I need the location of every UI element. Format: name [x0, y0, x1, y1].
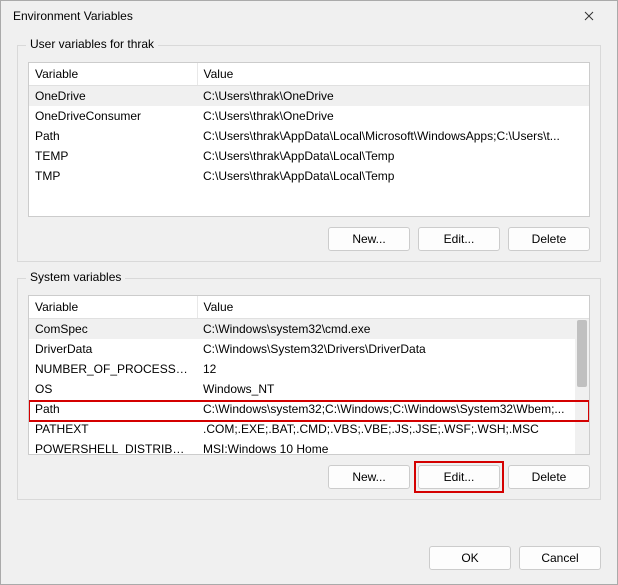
- cell-value: C:\Windows\system32\cmd.exe: [197, 319, 589, 340]
- cell-value: .COM;.EXE;.BAT;.CMD;.VBS;.VBE;.JS;.JSE;.…: [197, 419, 589, 439]
- cell-variable: NUMBER_OF_PROCESSORS: [29, 359, 197, 379]
- table-row[interactable]: POWERSHELL_DISTRIBUTIO... MSI:Windows 10…: [29, 439, 589, 455]
- cell-value: Windows_NT: [197, 379, 589, 399]
- environment-variables-dialog: Environment Variables User variables for…: [0, 0, 618, 585]
- cell-variable: OS: [29, 379, 197, 399]
- close-icon: [584, 11, 594, 21]
- table-row[interactable]: TEMP C:\Users\thrak\AppData\Local\Temp: [29, 146, 589, 166]
- cell-value: 12: [197, 359, 589, 379]
- titlebar: Environment Variables: [1, 1, 617, 31]
- system-col-value[interactable]: Value: [197, 296, 589, 319]
- cell-value: C:\Users\thrak\OneDrive: [197, 86, 589, 107]
- dialog-footer: OK Cancel: [1, 538, 617, 584]
- system-delete-button[interactable]: Delete: [508, 465, 590, 489]
- system-group-label: System variables: [26, 270, 125, 284]
- table-row[interactable]: TMP C:\Users\thrak\AppData\Local\Temp: [29, 166, 589, 186]
- user-button-row: New... Edit... Delete: [28, 227, 590, 251]
- user-variables-group: User variables for thrak Variable Value …: [17, 45, 601, 262]
- table-row[interactable]: NUMBER_OF_PROCESSORS 12: [29, 359, 589, 379]
- user-col-variable[interactable]: Variable: [29, 63, 197, 86]
- table-row[interactable]: ComSpec C:\Windows\system32\cmd.exe: [29, 319, 589, 340]
- cell-variable: TEMP: [29, 146, 197, 166]
- ok-button[interactable]: OK: [429, 546, 511, 570]
- user-new-button[interactable]: New...: [328, 227, 410, 251]
- system-new-button[interactable]: New...: [328, 465, 410, 489]
- table-row[interactable]: Path C:\Windows\system32;C:\Windows;C:\W…: [29, 399, 589, 419]
- system-button-row: New... Edit... Delete: [28, 465, 590, 489]
- user-edit-button[interactable]: Edit...: [418, 227, 500, 251]
- cancel-button[interactable]: Cancel: [519, 546, 601, 570]
- table-row[interactable]: OS Windows_NT: [29, 379, 589, 399]
- cell-value: C:\Users\thrak\AppData\Local\Temp: [197, 146, 589, 166]
- user-variables-table-wrap: Variable Value OneDrive C:\Users\thrak\O…: [28, 62, 590, 217]
- user-delete-button[interactable]: Delete: [508, 227, 590, 251]
- close-button[interactable]: [569, 2, 609, 30]
- cell-variable: OneDrive: [29, 86, 197, 107]
- system-edit-button[interactable]: Edit...: [418, 465, 500, 489]
- cell-value: C:\Windows\system32;C:\Windows;C:\Window…: [197, 399, 589, 419]
- table-row[interactable]: DriverData C:\Windows\System32\Drivers\D…: [29, 339, 589, 359]
- cell-value: MSI:Windows 10 Home: [197, 439, 589, 455]
- cell-variable: POWERSHELL_DISTRIBUTIO...: [29, 439, 197, 455]
- cell-variable: Path: [29, 399, 197, 419]
- cell-variable: OneDriveConsumer: [29, 106, 197, 126]
- user-col-value[interactable]: Value: [197, 63, 589, 86]
- scrollbar-thumb[interactable]: [577, 320, 587, 387]
- dialog-content: User variables for thrak Variable Value …: [1, 31, 617, 538]
- table-row[interactable]: OneDriveConsumer C:\Users\thrak\OneDrive: [29, 106, 589, 126]
- cell-variable: TMP: [29, 166, 197, 186]
- cell-value: C:\Users\thrak\AppData\Local\Microsoft\W…: [197, 126, 589, 146]
- cell-variable: ComSpec: [29, 319, 197, 340]
- table-row[interactable]: OneDrive C:\Users\thrak\OneDrive: [29, 86, 589, 107]
- system-variables-table[interactable]: Variable Value ComSpec C:\Windows\system…: [29, 296, 589, 455]
- window-title: Environment Variables: [13, 9, 133, 23]
- cell-value: C:\Users\thrak\OneDrive: [197, 106, 589, 126]
- table-row[interactable]: Path C:\Users\thrak\AppData\Local\Micros…: [29, 126, 589, 146]
- cell-value: C:\Users\thrak\AppData\Local\Temp: [197, 166, 589, 186]
- table-row[interactable]: PATHEXT .COM;.EXE;.BAT;.CMD;.VBS;.VBE;.J…: [29, 419, 589, 439]
- user-group-label: User variables for thrak: [26, 37, 158, 51]
- cell-variable: PATHEXT: [29, 419, 197, 439]
- cell-variable: DriverData: [29, 339, 197, 359]
- system-variables-group: System variables Variable Value ComSpec …: [17, 278, 601, 500]
- user-variables-table[interactable]: Variable Value OneDrive C:\Users\thrak\O…: [29, 63, 589, 186]
- cell-value: C:\Windows\System32\Drivers\DriverData: [197, 339, 589, 359]
- system-scrollbar[interactable]: [575, 320, 589, 454]
- system-variables-table-wrap: Variable Value ComSpec C:\Windows\system…: [28, 295, 590, 455]
- cell-variable: Path: [29, 126, 197, 146]
- system-col-variable[interactable]: Variable: [29, 296, 197, 319]
